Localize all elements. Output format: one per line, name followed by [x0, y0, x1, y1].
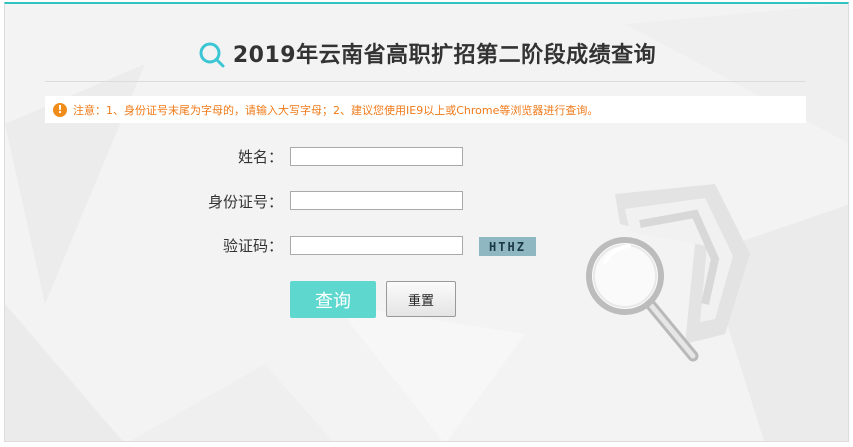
notice-text: 注意：1、身份证号末尾为字母的，请输入大写字母；2、建议您使用IE9以上或Chr… — [73, 103, 599, 117]
captcha-label: 验证码： — [222, 237, 283, 255]
name-label: 姓名： — [237, 148, 283, 166]
id-label: 身份证号： — [207, 193, 283, 211]
magnifier-illustration — [586, 184, 750, 362]
header-divider — [45, 81, 806, 82]
reset-button[interactable]: 重置 — [386, 281, 456, 317]
query-panel: 2019年云南省高职扩招第二阶段成绩查询 ! 注意：1、身份证号末尾为字母的，请… — [4, 2, 849, 442]
captcha-image[interactable]: HTHZ — [479, 237, 536, 256]
name-row: 姓名： — [5, 146, 283, 166]
page-header: 2019年云南省高职扩招第二阶段成绩查询 — [5, 28, 848, 78]
notice-bar: ! 注意：1、身份证号末尾为字母的，请输入大写字母；2、建议您使用IE9以上或C… — [45, 96, 806, 123]
warning-icon: ! — [53, 102, 67, 117]
id-number-input[interactable] — [290, 191, 463, 210]
id-row: 身份证号： — [5, 191, 283, 211]
name-input[interactable] — [290, 147, 463, 166]
captcha-input[interactable] — [290, 236, 463, 255]
query-button[interactable]: 查询 — [290, 281, 376, 318]
captcha-row: 验证码： — [5, 235, 283, 255]
search-icon — [199, 42, 225, 68]
page-title: 2019年云南省高职扩招第二阶段成绩查询 — [232, 43, 657, 68]
